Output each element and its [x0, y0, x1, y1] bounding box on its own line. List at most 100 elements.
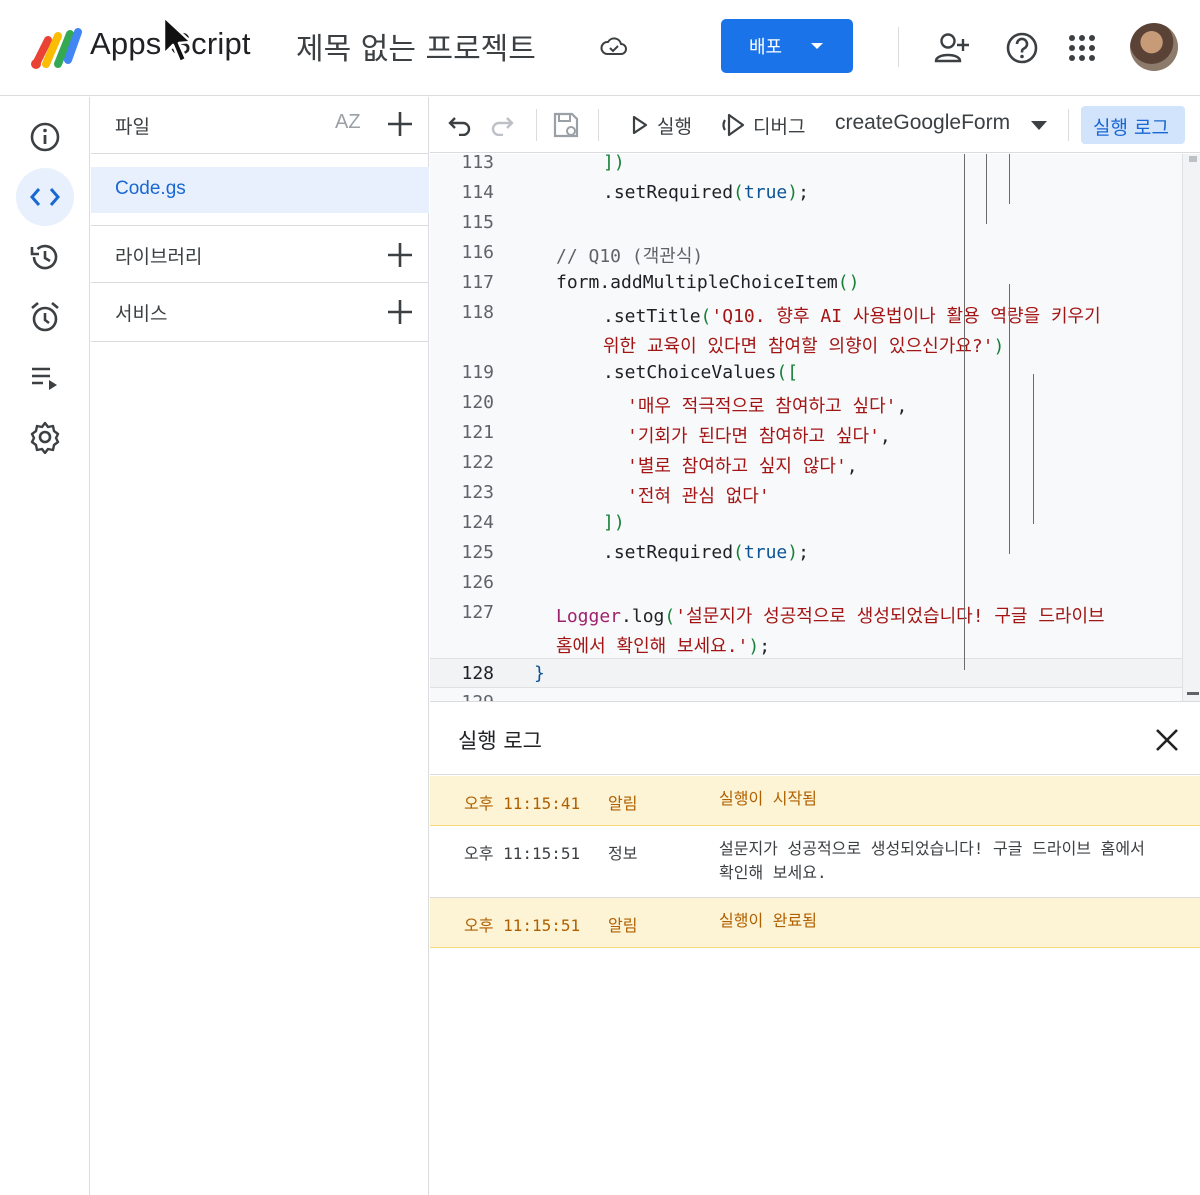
sort-az-icon[interactable]: AZ [335, 111, 361, 134]
code-line[interactable]: 121 '기회가 된다면 참여하고 싶다', [430, 418, 1182, 448]
code-token: .setChoiceValues [603, 362, 777, 383]
code-line[interactable]: 129 [430, 688, 1182, 701]
line-number: 124 [461, 512, 494, 533]
function-select[interactable]: createGoogleForm [835, 111, 1010, 135]
code-icon[interactable] [16, 168, 74, 226]
code-text: .setRequired(true); [603, 542, 809, 563]
line-number: 120 [461, 392, 494, 413]
run-button[interactable]: 실행 [657, 112, 692, 139]
editor-scrollbar[interactable] [1182, 154, 1200, 701]
code-token: ; [798, 182, 809, 203]
code-text: form.addMultipleChoiceItem() [556, 272, 859, 293]
code-text: '매우 적극적으로 참여하고 싶다', [627, 392, 907, 418]
code-token: 홈에서 확인해 보세요.' [556, 636, 749, 657]
line-number: 117 [461, 272, 494, 293]
line-number: 126 [461, 572, 494, 593]
code-text: ]) [603, 512, 625, 533]
cloud-saved-icon [600, 37, 627, 55]
scroll-marker [1187, 692, 1199, 695]
line-number: 121 [461, 422, 494, 443]
code-line[interactable]: 128} [430, 658, 1182, 688]
code-token: ( [664, 606, 676, 627]
code-line[interactable]: 113]) [430, 154, 1182, 178]
chevron-down-icon[interactable] [809, 39, 825, 53]
log-row: 오후 11:15:51 알림 실행이 완료됨 [430, 898, 1200, 948]
executions-icon[interactable] [16, 348, 74, 406]
add-library-icon[interactable] [385, 240, 415, 270]
code-line[interactable]: 124]) [430, 508, 1182, 538]
line-number: 113 [461, 154, 494, 173]
project-title[interactable]: 제목 없는 프로젝트 [296, 24, 536, 68]
libraries-section[interactable]: 라이브러리 [91, 225, 429, 283]
debug-button[interactable]: 디버그 [753, 112, 805, 139]
code-line[interactable]: 122 '별로 참여하고 싶지 않다', [430, 448, 1182, 478]
code-line[interactable]: 119 .setChoiceValues([ [430, 358, 1182, 388]
log-severity: 알림 [608, 916, 638, 935]
avatar[interactable] [1130, 23, 1178, 71]
code-text: .setChoiceValues([ [603, 362, 798, 383]
execution-log-button[interactable]: 실행 로그 [1081, 106, 1185, 144]
apps-grid-icon[interactable] [1062, 28, 1102, 68]
code-line[interactable]: 118 .setTitle('Q10. 향후 AI 사용법이나 활용 역량을 키우… [430, 298, 1182, 328]
chevron-down-icon[interactable] [1030, 120, 1048, 132]
file-name: Code.gs [115, 178, 186, 199]
code-line[interactable]: 120 '매우 적극적으로 참여하고 싶다', [430, 388, 1182, 418]
execution-log-header: 실행 로그 [430, 703, 1200, 775]
code-line[interactable]: 115 [430, 208, 1182, 238]
code-editor[interactable]: 113]) 114 .setRequired(true); 115 116// Q10 … [430, 154, 1200, 702]
line-number: 125 [461, 542, 494, 563]
debug-icon[interactable] [718, 109, 750, 141]
scroll-thumb[interactable] [1189, 156, 1197, 162]
save-icon[interactable] [550, 109, 582, 141]
undo-icon[interactable] [444, 109, 476, 141]
code-token: () [837, 272, 860, 293]
services-section[interactable]: 서비스 [91, 283, 429, 342]
redo-icon[interactable] [486, 109, 518, 141]
run-icon[interactable] [624, 109, 656, 141]
help-icon[interactable] [1002, 28, 1042, 68]
deploy-button[interactable]: 배포 [721, 19, 853, 73]
log-row: 오후 11:15:51 정보 설문지가 성공적으로 생성되었습니다! 구글 드라이브… [430, 826, 1200, 898]
add-person-icon[interactable] [932, 28, 972, 68]
log-message: 실행이 완료됨 [719, 911, 817, 930]
code-text: .setRequired(true); [603, 182, 809, 203]
code-text: Logger.log('설문지가 성공적으로 생성되었습니다! 구글 드라이브 [556, 602, 1105, 628]
history-icon[interactable] [16, 228, 74, 286]
code-token: } [534, 663, 545, 684]
code-token: ) [787, 542, 799, 563]
add-file-icon[interactable] [385, 109, 415, 139]
code-token: '설문지가 성공적으로 생성되었습니다! 구글 드라이브 [675, 606, 1105, 627]
indent-guide [1009, 284, 1010, 554]
code-line[interactable]: 127 Logger.log('설문지가 성공적으로 생성되었습니다! 구글 드라… [430, 598, 1182, 628]
info-icon[interactable] [16, 108, 74, 166]
code-token: ( [700, 306, 712, 327]
line-number: 119 [461, 362, 494, 383]
add-service-icon[interactable] [385, 297, 415, 327]
code-token: '전혀 관심 없다' [627, 486, 770, 507]
code-line[interactable]: 125 .setRequired(true); [430, 538, 1182, 568]
apps-script-logo-icon[interactable] [30, 26, 82, 70]
code-token: ; [759, 636, 771, 657]
close-icon[interactable] [1152, 725, 1182, 755]
code-token: , [879, 426, 891, 447]
code-line[interactable]: 126 [430, 568, 1182, 598]
code-line[interactable]: 117 form.addMultipleChoiceItem() [430, 268, 1182, 298]
code-text: 위한 교육이 있다면 참여할 의향이 있으신가요?') [603, 332, 1004, 358]
code-line[interactable]: 116 // Q10 (객관식) [430, 238, 1182, 268]
code-line[interactable]: 123 '전혀 관심 없다' [430, 478, 1182, 508]
file-item-code-gs[interactable]: Code.gs [91, 167, 429, 213]
code-token: .setTitle [603, 306, 701, 327]
libraries-label: 라이브러리 [115, 246, 203, 268]
line-number: 115 [461, 212, 494, 233]
log-message: 설문지가 성공적으로 생성되었습니다! 구글 드라이브 홈에서 확인해 보세요. [719, 839, 1145, 882]
code-token: ) [787, 182, 799, 203]
code-line[interactable]: 위한 교육이 있다면 참여할 의향이 있으신가요?') [430, 328, 1182, 358]
code-token: 위한 교육이 있다면 참여할 의향이 있으신가요?' [603, 336, 994, 357]
code-text: '전혀 관심 없다' [627, 482, 770, 508]
alarm-icon[interactable] [16, 288, 74, 346]
code-token: true [743, 182, 788, 203]
code-token: Logger [556, 606, 622, 627]
code-line[interactable]: 114 .setRequired(true); [430, 178, 1182, 208]
code-line[interactable]: 홈에서 확인해 보세요.'); [430, 628, 1182, 658]
settings-icon[interactable] [16, 408, 74, 466]
